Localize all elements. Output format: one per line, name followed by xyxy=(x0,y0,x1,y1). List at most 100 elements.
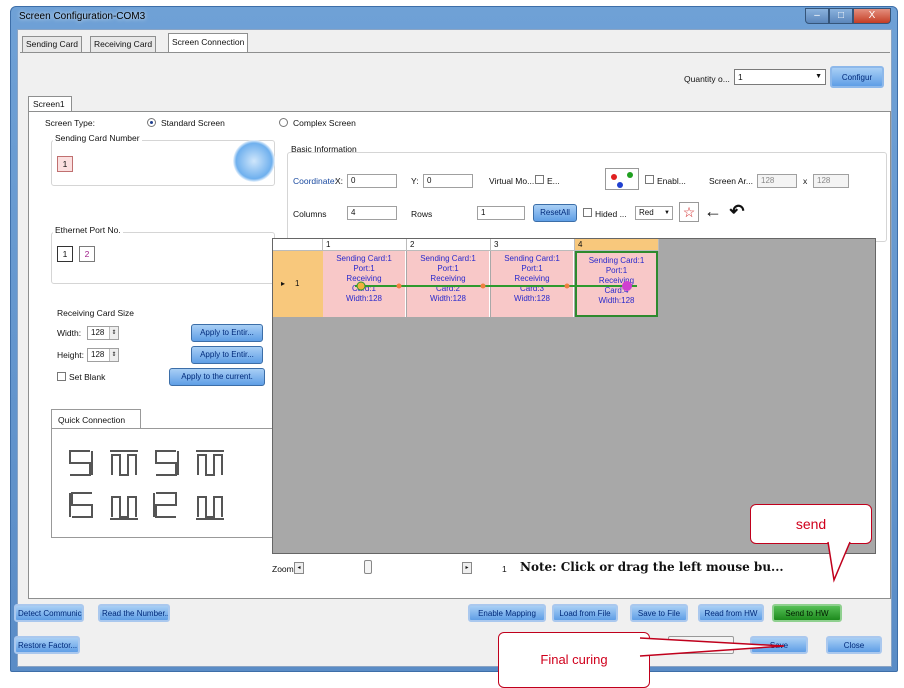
close-button[interactable]: Close xyxy=(826,636,882,654)
wiring-pattern-4[interactable] xyxy=(196,450,224,476)
tab-screen-connection[interactable]: Screen Connection xyxy=(168,33,249,53)
save-to-file-button[interactable]: Save to File xyxy=(630,604,688,622)
chevron-down-icon: ▼ xyxy=(815,73,822,80)
coordinate-label: Coordinate: xyxy=(293,176,337,186)
screen-area-label: Screen Ar... xyxy=(709,176,753,186)
close-window-button[interactable]: X xyxy=(853,8,891,24)
wiring-pattern-1[interactable] xyxy=(69,450,93,476)
virtual-mode-checkbox[interactable] xyxy=(535,175,544,184)
load-from-file-button[interactable]: Load from File xyxy=(552,604,618,622)
color-select-value: Red xyxy=(639,208,654,217)
standard-screen-radio[interactable] xyxy=(147,118,156,127)
star-icon[interactable]: ☆ xyxy=(679,202,699,222)
virtual-mode-label: Virtual Mo... xyxy=(489,176,535,186)
arrow-left-icon[interactable]: ← xyxy=(703,202,723,222)
quantity-label: Quantity o... xyxy=(684,74,730,84)
columns-input[interactable]: 4 xyxy=(347,206,397,220)
selection-glow-icon xyxy=(233,140,275,182)
hided-label: Hided ... xyxy=(595,209,627,219)
detect-communication-button[interactable]: Detect Communic... xyxy=(14,604,84,622)
enable-mapping-button[interactable]: Enable Mapping xyxy=(468,604,546,622)
set-blank-label: Set Blank xyxy=(69,372,106,382)
wiring-pattern-7[interactable] xyxy=(153,492,177,518)
send-callout-pointer-icon xyxy=(827,540,851,583)
wiring-pattern-5[interactable] xyxy=(69,492,93,518)
zoom-decrease-button[interactable]: ◂ xyxy=(294,562,304,574)
color-select[interactable]: Red ▼ xyxy=(635,206,673,220)
y-coordinate-input[interactable]: 0 xyxy=(423,174,473,188)
send-to-hw-button[interactable]: Send to HW xyxy=(772,604,842,622)
quantity-value: 1 xyxy=(738,72,743,82)
wiring-pattern-2[interactable] xyxy=(110,450,138,476)
restore-factory-button[interactable]: Restore Factor... xyxy=(14,636,80,654)
sending-card-number-value[interactable]: 1 xyxy=(57,156,73,172)
read-number-button[interactable]: Read the Number... xyxy=(98,604,170,622)
wiring-pattern-3[interactable] xyxy=(155,450,179,476)
window-title: Screen Configuration-COM3 xyxy=(19,11,146,22)
ethernet-port-title: Ethernet Port No. xyxy=(53,225,123,235)
tab-divider xyxy=(20,52,890,53)
window-controls: – □ X xyxy=(805,8,891,24)
zoom-increase-button[interactable]: ▸ xyxy=(462,562,472,574)
wiring-pattern-8[interactable] xyxy=(196,496,224,520)
width-value: 128 xyxy=(91,328,105,337)
columns-label: Columns xyxy=(293,209,327,219)
color-dots-icon[interactable] xyxy=(605,168,639,190)
ethernet-port-1[interactable]: 1 xyxy=(57,246,73,262)
enable-label: Enabl... xyxy=(657,176,686,186)
connection-route-icon xyxy=(355,281,637,291)
minimize-button[interactable]: – xyxy=(805,8,829,24)
send-callout: send xyxy=(750,504,872,544)
quick-connection-panel xyxy=(51,428,275,538)
set-blank-checkbox[interactable] xyxy=(57,372,66,381)
undo-icon[interactable]: ↶ xyxy=(727,202,747,222)
wiring-patterns-icon xyxy=(69,450,224,520)
window-client: Sending Card Receiving Card Screen Conne… xyxy=(14,29,892,667)
config-window: Screen Configuration-COM3 – □ X Sending … xyxy=(10,6,898,672)
zoom-slider-thumb[interactable] xyxy=(364,560,372,574)
zoom-label: Zoom: xyxy=(272,564,297,574)
final-curing-callout: Final curing xyxy=(498,632,650,688)
zoom-note: Note: Click or drag the left mouse bu... xyxy=(520,560,784,574)
rows-input[interactable]: 1 xyxy=(477,206,525,220)
tab-screen1[interactable]: Screen1 xyxy=(28,96,72,112)
apply-height-button[interactable]: Apply to Entir... xyxy=(191,346,263,364)
tab-receiving-card[interactable]: Receiving Card xyxy=(90,36,157,52)
height-label: Height: xyxy=(57,350,84,360)
apply-current-button[interactable]: Apply to the current. xyxy=(169,368,265,386)
sending-card-number-title: Sending Card Number xyxy=(53,133,142,143)
read-from-hw-button[interactable]: Read from HW xyxy=(698,604,764,622)
hided-checkbox[interactable] xyxy=(583,208,592,217)
receiving-card-size-title: Receiving Card Size xyxy=(57,308,135,318)
height-value: 128 xyxy=(91,350,105,359)
quantity-select[interactable]: 1 ▼ xyxy=(734,69,826,85)
apply-width-button[interactable]: Apply to Entir... xyxy=(191,324,263,342)
e-label: E... xyxy=(547,176,560,186)
standard-screen-label: Standard Screen xyxy=(161,118,225,128)
x-label: X: xyxy=(335,176,344,186)
wiring-pattern-6[interactable] xyxy=(110,496,138,520)
ethernet-port-2[interactable]: 2 xyxy=(79,246,95,262)
spinner-arrows-icon[interactable]: ⇕ xyxy=(109,327,118,339)
basic-info-group xyxy=(287,152,887,242)
width-spinner[interactable]: 128 ⇕ xyxy=(87,326,119,340)
x-coordinate-input[interactable]: 0 xyxy=(347,174,397,188)
configure-button[interactable]: Configur xyxy=(830,66,884,88)
screen-height-input: 128 xyxy=(813,174,849,188)
chevron-down-icon: ▼ xyxy=(664,210,670,216)
complex-screen-radio[interactable] xyxy=(279,118,288,127)
maximize-button[interactable]: □ xyxy=(829,8,853,24)
title-bar[interactable]: Screen Configuration-COM3 – □ X xyxy=(11,7,897,29)
width-label: Width: xyxy=(57,328,82,338)
enable-checkbox[interactable] xyxy=(645,175,654,184)
quick-connection-tab[interactable]: Quick Connection xyxy=(51,409,141,429)
spinner-arrows-icon[interactable]: ⇕ xyxy=(109,349,118,361)
rows-label: Rows xyxy=(411,209,433,219)
screen-type-label: Screen Type: xyxy=(45,118,95,128)
height-spinner[interactable]: 128 ⇕ xyxy=(87,348,119,362)
screen-width-input: 128 xyxy=(757,174,797,188)
complex-screen-label: Complex Screen xyxy=(293,118,356,128)
tab-sending-card[interactable]: Sending Card xyxy=(22,36,82,52)
zoom-value: 1 xyxy=(502,564,507,574)
reset-all-button[interactable]: ResetAll xyxy=(533,204,577,222)
